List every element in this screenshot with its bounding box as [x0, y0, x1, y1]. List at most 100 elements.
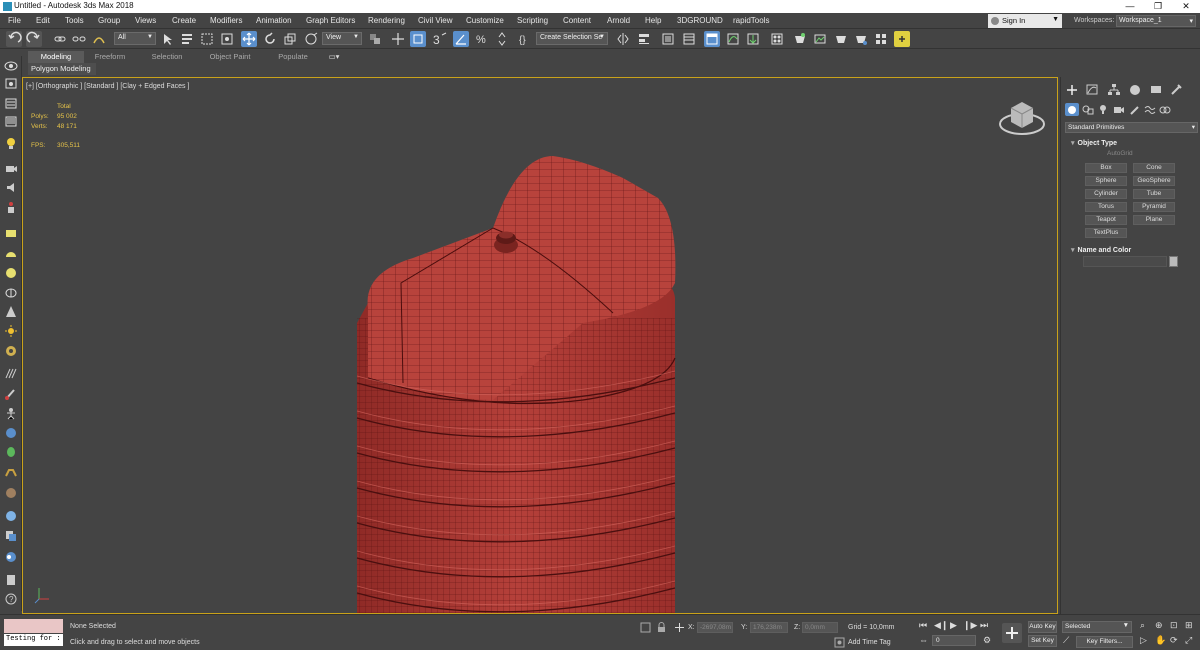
- display-icon[interactable]: [4, 227, 18, 240]
- tab-modeling[interactable]: Modeling: [28, 51, 84, 63]
- spinner-snap-icon[interactable]: [494, 31, 510, 47]
- cylinder-button[interactable]: Cylinder: [1085, 189, 1127, 199]
- sphere-icon[interactable]: [4, 266, 18, 279]
- render-setup-icon[interactable]: [792, 31, 808, 47]
- set-key-icon[interactable]: [1002, 623, 1022, 643]
- material-editor-icon[interactable]: [769, 31, 785, 47]
- viewcube-icon[interactable]: [997, 96, 1047, 140]
- helpers-icon[interactable]: [1128, 103, 1142, 116]
- help-icon[interactable]: ?: [4, 592, 18, 605]
- menu-3dground[interactable]: 3DGROUND: [677, 16, 723, 25]
- angle-snap-icon[interactable]: [453, 31, 469, 47]
- sphere-button[interactable]: Sphere: [1085, 176, 1127, 186]
- display-tab-icon[interactable]: [1149, 83, 1163, 96]
- grid-list-icon[interactable]: [4, 115, 18, 128]
- go-to-end-icon[interactable]: ⏭: [980, 620, 988, 631]
- toggle-ribbon-icon[interactable]: [704, 31, 720, 47]
- systems-icon[interactable]: [1158, 103, 1172, 116]
- torus-button[interactable]: Torus: [1085, 202, 1127, 212]
- select-and-place-icon[interactable]: [303, 31, 319, 47]
- menu-scripting[interactable]: Scripting: [517, 16, 548, 25]
- next-frame-icon[interactable]: ❙▶: [963, 620, 977, 631]
- scene-explorer-icon[interactable]: [4, 59, 18, 72]
- camera-icon[interactable]: [4, 162, 18, 175]
- close-button[interactable]: ✕: [1172, 0, 1200, 13]
- light-disc-icon[interactable]: [4, 344, 18, 357]
- zoom-extents-all-icon[interactable]: ⊞: [1185, 620, 1193, 631]
- time-configuration-icon[interactable]: ⚙: [983, 635, 991, 646]
- select-object-icon[interactable]: [160, 31, 176, 47]
- menu-file[interactable]: File: [8, 16, 21, 25]
- select-by-name-icon[interactable]: [179, 31, 195, 47]
- play-icon[interactable]: ▶: [950, 620, 957, 631]
- rectangular-selection-icon[interactable]: [199, 31, 215, 47]
- field-of-view-icon[interactable]: ▷: [1140, 635, 1147, 646]
- menu-content[interactable]: Content: [563, 16, 591, 25]
- pyramid-button[interactable]: Pyramid: [1133, 202, 1175, 212]
- copy-icon[interactable]: [4, 529, 18, 542]
- x-coordinate-field[interactable]: -2697,08m: [697, 622, 733, 633]
- unlink-icon[interactable]: [71, 31, 87, 47]
- hair-icon[interactable]: [4, 367, 18, 380]
- autogrid-checkbox[interactable]: AutoGrid: [1107, 150, 1133, 157]
- motion-tab-icon[interactable]: [1128, 83, 1142, 96]
- select-and-rotate-icon[interactable]: [262, 31, 278, 47]
- snaps-toggle-icon[interactable]: 3: [432, 31, 448, 47]
- tube-button[interactable]: Tube: [1133, 189, 1175, 199]
- selection-filter-select[interactable]: All ▼: [114, 32, 156, 45]
- viewport-orthographic[interactable]: [+] [Orthographic ] [Standard ] [Clay + …: [22, 77, 1058, 614]
- add-time-tag-icon[interactable]: [834, 637, 845, 648]
- ribbon-polygon-modeling[interactable]: Polygon Modeling: [28, 63, 96, 75]
- box-button[interactable]: Box: [1085, 163, 1127, 173]
- go-to-start-icon[interactable]: ⏮: [919, 620, 927, 631]
- menu-tools[interactable]: Tools: [65, 16, 84, 25]
- character-icon[interactable]: [4, 201, 18, 214]
- orbit-icon[interactable]: ⟳: [1170, 635, 1178, 646]
- z-coordinate-field[interactable]: 0,0mm: [802, 622, 838, 633]
- select-and-scale-icon[interactable]: [282, 31, 298, 47]
- render-production-icon[interactable]: [833, 31, 849, 47]
- geometry-icon[interactable]: [1065, 103, 1079, 116]
- pivot-center-icon[interactable]: [367, 31, 383, 47]
- minimize-button[interactable]: —: [1116, 0, 1144, 13]
- edit-named-selection-icon[interactable]: {}: [516, 31, 532, 47]
- name-and-color-header[interactable]: ▾ Name and Color: [1065, 244, 1198, 256]
- cone-light-icon[interactable]: [4, 305, 18, 318]
- tab-selection[interactable]: Selection: [144, 51, 190, 63]
- redo-icon[interactable]: [26, 31, 42, 47]
- create-icon[interactable]: [4, 77, 18, 90]
- bind-space-warp-icon[interactable]: [91, 31, 107, 47]
- menu-customize[interactable]: Customize: [466, 16, 504, 25]
- undo-icon[interactable]: [6, 31, 22, 47]
- reference-coordinate-select[interactable]: View ▼: [322, 32, 362, 45]
- toggle-layer-explorer-icon[interactable]: [681, 31, 697, 47]
- speaker-icon[interactable]: [4, 181, 18, 194]
- menu-arnold[interactable]: Arnold: [607, 16, 630, 25]
- paint-icon[interactable]: [4, 387, 18, 400]
- zoom-extents-icon[interactable]: ⊡: [1170, 620, 1178, 631]
- current-frame-field[interactable]: 0: [932, 635, 976, 646]
- restore-button[interactable]: ❐: [1144, 0, 1172, 13]
- cloth-icon[interactable]: [4, 486, 18, 499]
- light-bulb-icon[interactable]: [4, 137, 18, 150]
- zoom-all-icon[interactable]: ⊕: [1155, 620, 1163, 631]
- key-mode-toggle-icon[interactable]: ⇔: [919, 635, 928, 645]
- cameras-icon[interactable]: [1112, 103, 1126, 116]
- mirror-icon[interactable]: [615, 31, 631, 47]
- toggle-scene-explorer-icon[interactable]: [660, 31, 676, 47]
- workspace-select[interactable]: Workspace_1 ▾: [1116, 15, 1196, 27]
- selection-lock-icon[interactable]: [656, 622, 667, 633]
- space-warps-icon[interactable]: [1143, 103, 1157, 116]
- manipulate-icon[interactable]: [390, 31, 406, 47]
- y-coordinate-field[interactable]: 176,238m: [750, 622, 788, 633]
- set-key-button[interactable]: Set Key: [1028, 635, 1057, 647]
- pan-icon[interactable]: ✋: [1155, 635, 1166, 646]
- globe-icon[interactable]: [4, 426, 18, 439]
- auto-key-button[interactable]: Auto Key: [1028, 621, 1057, 633]
- link-icon[interactable]: [52, 31, 68, 47]
- rendered-frame-window-icon[interactable]: [812, 31, 828, 47]
- tab-object-paint[interactable]: Object Paint: [203, 51, 257, 63]
- textplus-button[interactable]: TextPlus: [1085, 228, 1127, 238]
- menu-edit[interactable]: Edit: [36, 16, 50, 25]
- named-selection-set-select[interactable]: Create Selection Se ▼: [536, 32, 608, 45]
